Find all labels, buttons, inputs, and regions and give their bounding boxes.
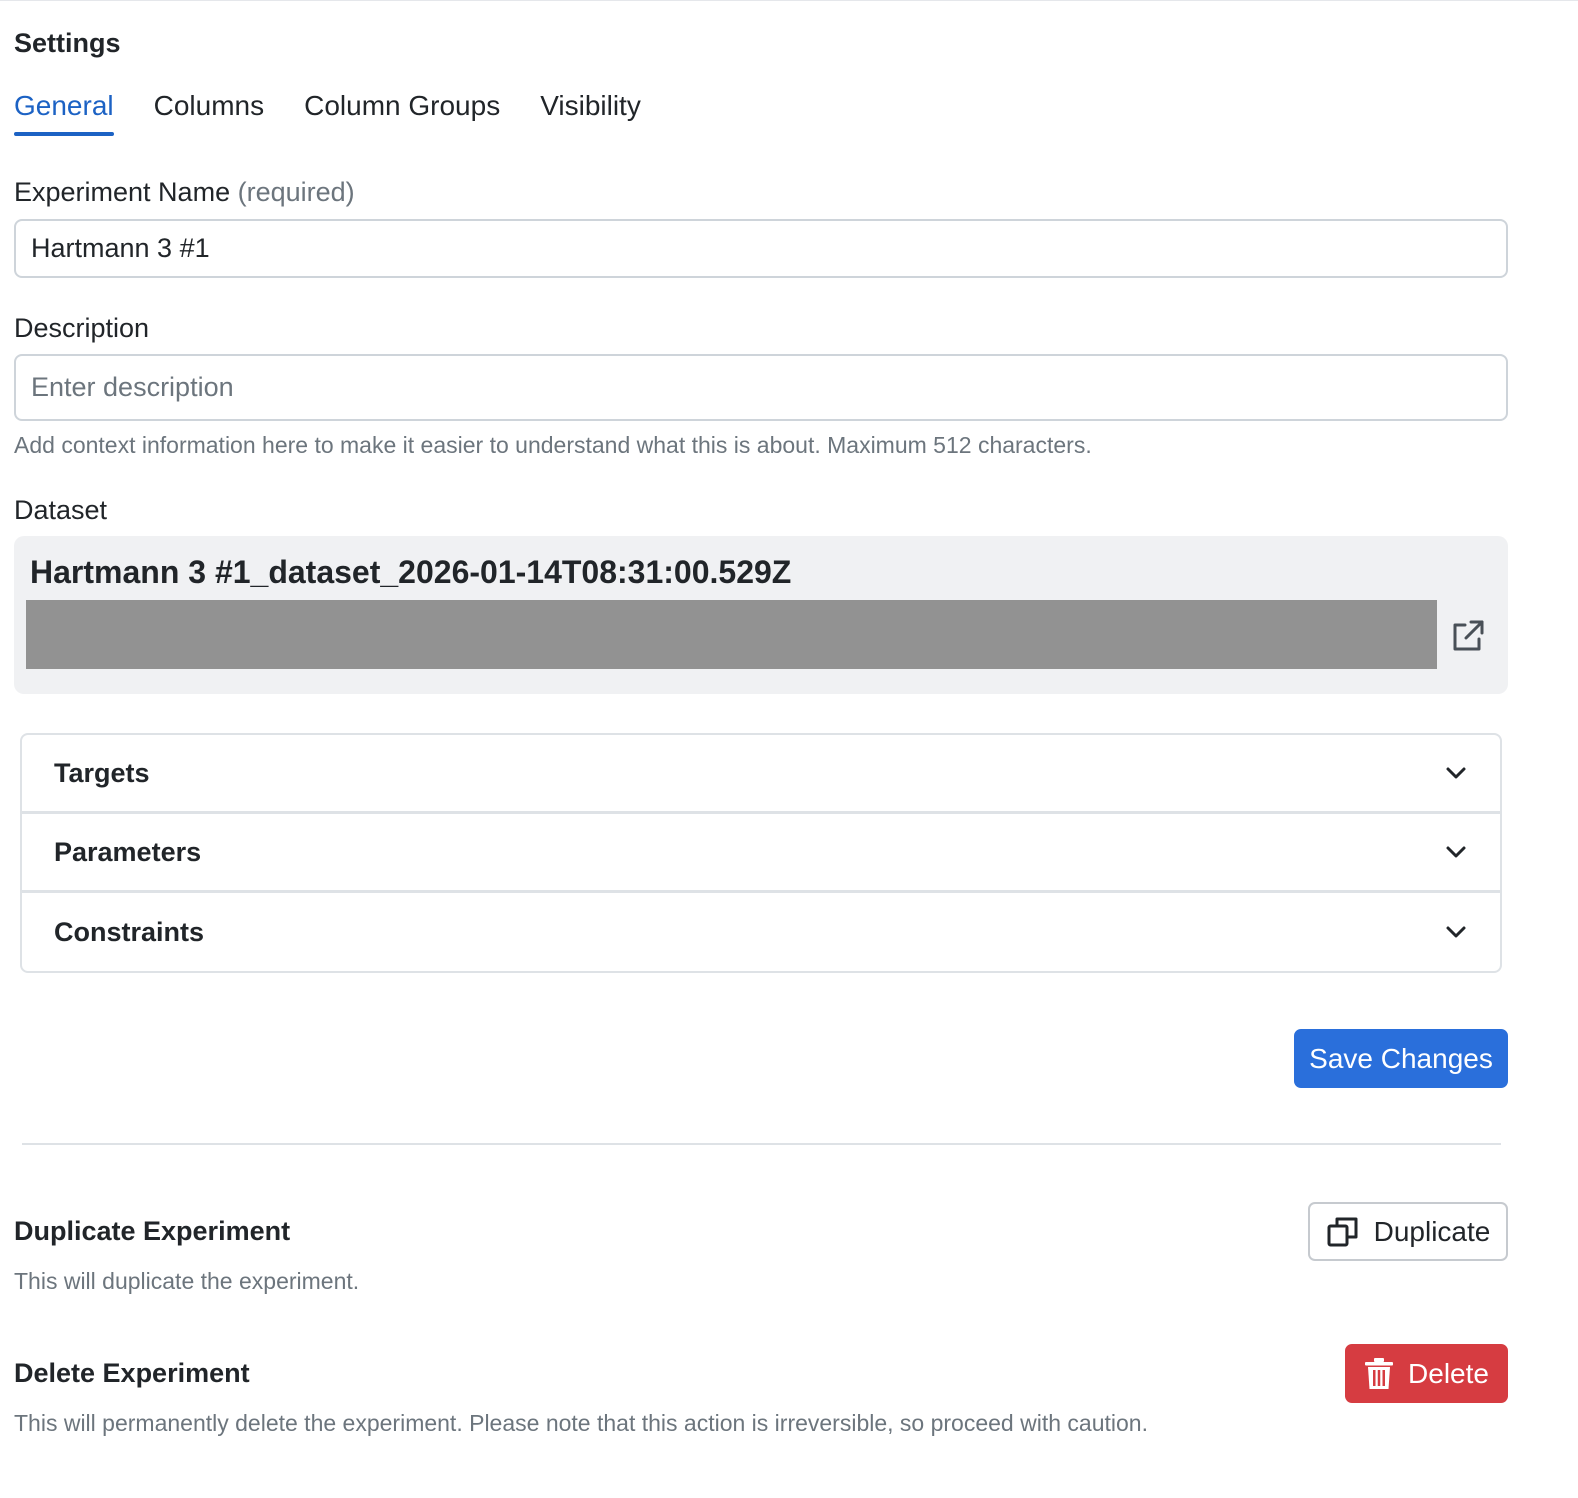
save-changes-button[interactable]: Save Changes [1294, 1029, 1508, 1088]
tab-bar: General Columns Column Groups Visibility [14, 86, 641, 138]
tab-visibility[interactable]: Visibility [540, 86, 641, 136]
page-title: Settings [14, 28, 121, 58]
delete-button[interactable]: Delete [1345, 1344, 1508, 1403]
description-label: Description [14, 313, 150, 343]
experiment-name-input[interactable] [14, 219, 1508, 278]
external-link-icon[interactable] [1450, 618, 1486, 654]
experiment-name-label: Experiment Name (required) [14, 177, 355, 208]
delete-section-description: This will permanently delete the experim… [14, 1410, 1148, 1436]
tab-column-groups[interactable]: Column Groups [304, 86, 500, 136]
accordion-parameters-label: Parameters [54, 836, 202, 867]
dataset-card: Hartmann 3 #1_dataset_2026-01-14T08:31:0… [14, 536, 1508, 694]
chevron-down-icon [1446, 846, 1466, 858]
accordion-constraints-label: Constraints [54, 916, 205, 947]
copy-icon [1327, 1217, 1358, 1246]
accordion-constraints[interactable]: Constraints [20, 891, 1502, 973]
accordion-targets-label: Targets [54, 757, 150, 788]
dataset-name: Hartmann 3 #1_dataset_2026-01-14T08:31:0… [30, 554, 792, 590]
description-input[interactable] [14, 354, 1508, 421]
section-divider [22, 1143, 1501, 1145]
accordion: Targets Parameters Constraints [20, 733, 1502, 973]
dataset-preview-bar [26, 600, 1437, 669]
accordion-targets[interactable]: Targets [20, 733, 1502, 813]
save-changes-label: Save Changes [1309, 1042, 1493, 1074]
duplicate-button-label: Duplicate [1373, 1215, 1491, 1247]
duplicate-section-description: This will duplicate the experiment. [14, 1268, 360, 1294]
duplicate-section-title: Duplicate Experiment [14, 1216, 291, 1246]
trash-icon [1365, 1357, 1394, 1389]
duplicate-button[interactable]: Duplicate [1308, 1202, 1508, 1261]
delete-section-title: Delete Experiment [14, 1358, 250, 1388]
required-indicator: (required) [237, 177, 355, 207]
top-border [0, 0, 1578, 1]
chevron-down-icon [1446, 767, 1466, 779]
dataset-label: Dataset [14, 495, 108, 525]
chevron-down-icon [1446, 926, 1466, 938]
delete-button-label: Delete [1408, 1357, 1489, 1389]
accordion-parameters[interactable]: Parameters [20, 812, 1502, 892]
description-help-text: Add context information here to make it … [14, 432, 1092, 458]
experiment-name-label-text: Experiment Name [14, 177, 231, 207]
tab-columns[interactable]: Columns [154, 86, 264, 136]
tab-general[interactable]: General [14, 86, 114, 136]
